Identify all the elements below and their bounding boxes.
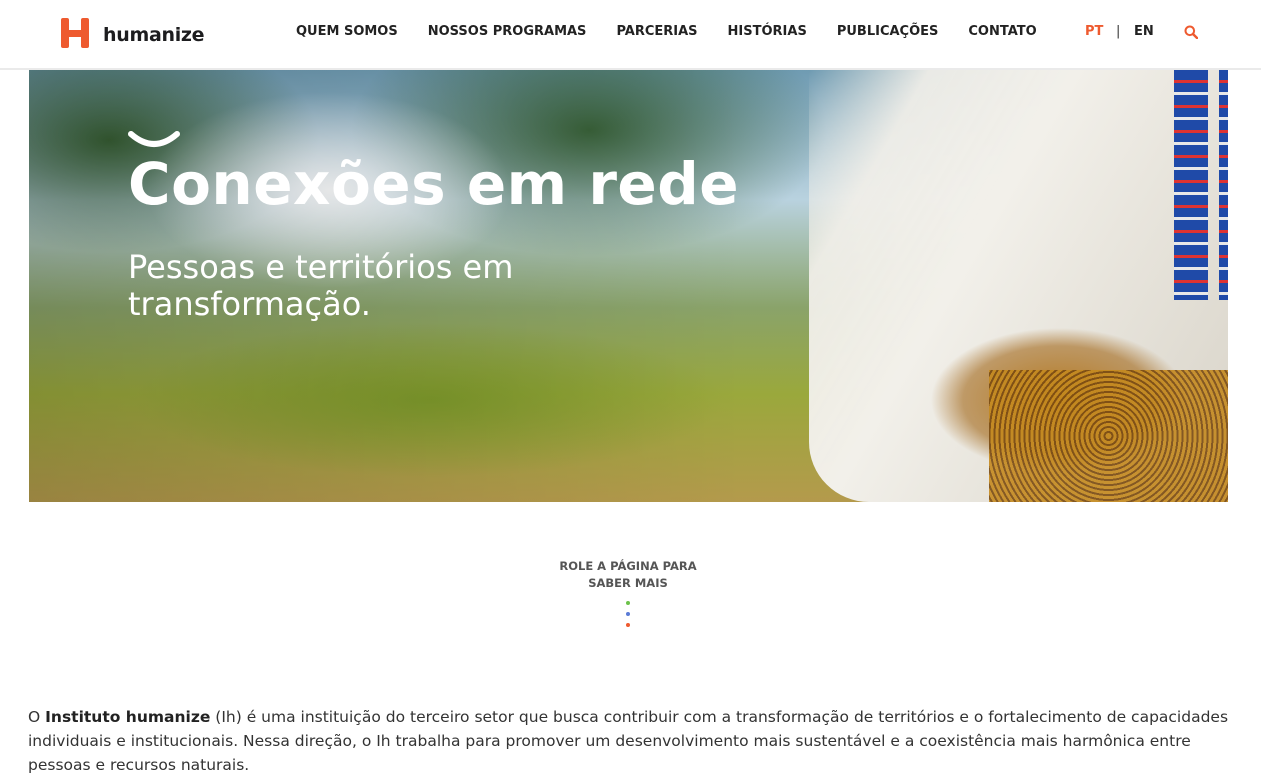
- nav-item-quem-somos[interactable]: QUEM SOMOS: [296, 24, 398, 39]
- hero-title: Conexões em rede: [128, 150, 740, 218]
- intro-paragraph: O Instituto humanize (Ih) é uma institui…: [28, 705, 1233, 777]
- logo-text: humanize: [103, 24, 205, 46]
- nav-item-contato[interactable]: CONTATO: [968, 24, 1036, 39]
- scroll-dot-green: [626, 601, 630, 605]
- intro-bold-name: Instituto humanize: [45, 708, 211, 726]
- search-icon[interactable]: [1184, 25, 1198, 39]
- lang-en-link[interactable]: EN: [1134, 24, 1154, 39]
- humanize-h-logo-icon: [59, 17, 91, 49]
- scroll-dot-red: [626, 623, 630, 627]
- nav-item-nossos-programas[interactable]: NOSSOS PROGRAMAS: [428, 24, 587, 39]
- main-nav: QUEM SOMOS NOSSOS PROGRAMAS PARCERIAS HI…: [296, 24, 1037, 39]
- intro-prefix: O: [28, 708, 46, 726]
- site-header: humanize QUEM SOMOS NOSSOS PROGRAMAS PAR…: [0, 0, 1261, 70]
- nav-item-parcerias[interactable]: PARCERIAS: [616, 24, 697, 39]
- hero-subtitle: Pessoas e territórios em transformação.: [128, 248, 514, 323]
- nav-item-publicacoes[interactable]: PUBLICAÇÕES: [837, 24, 939, 39]
- scroll-cue-text: ROLE A PÁGINA PARA SABER MAIS: [559, 559, 697, 590]
- humanize-logo[interactable]: humanize: [59, 17, 205, 49]
- scroll-dot-blue: [626, 612, 630, 616]
- nav-item-historias[interactable]: HISTÓRIAS: [728, 24, 807, 39]
- smile-accent-icon: [128, 131, 180, 147]
- lang-pt-link[interactable]: PT: [1085, 24, 1103, 39]
- lang-separator: |: [1116, 24, 1121, 39]
